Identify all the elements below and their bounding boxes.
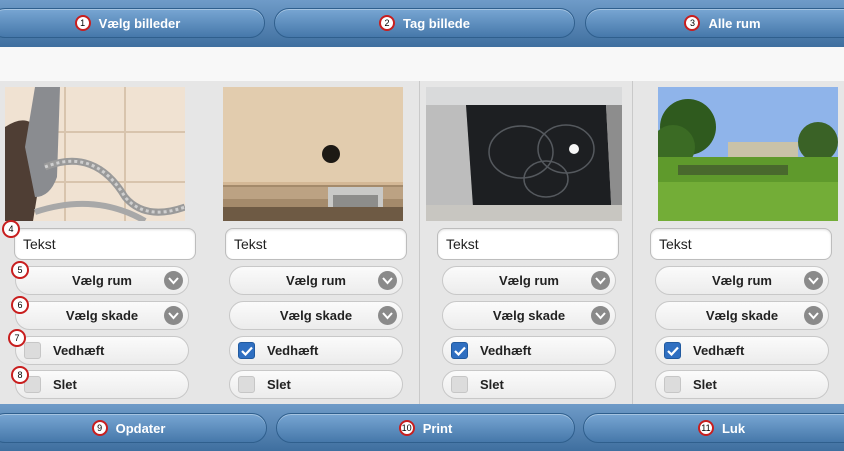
delete-checkbox[interactable]: Slet [655,370,829,399]
chevron-down-icon [591,271,610,290]
delete-checkbox[interactable]: Slet [229,370,403,399]
photo-park[interactable] [658,87,838,221]
choose-images-button[interactable]: 1 Vælg billeder [0,8,265,38]
chevron-down-icon [378,271,397,290]
choose-room-select[interactable]: Vælg rum [229,266,403,295]
choose-damage-label: Vælg skade [492,308,566,323]
choose-room-select[interactable]: Vælg rum [655,266,829,295]
annotation-badge-5: 5 [11,261,29,279]
take-picture-label: Tag billede [403,15,470,31]
print-button[interactable]: 10 Print [276,413,575,443]
delete-label: Slet [480,377,504,392]
attach-label: Vedhæft [693,343,745,358]
delete-checkbox[interactable]: Slet [15,370,189,399]
bottom-toolbar: 9 Opdater 10 Print 11 Luk [0,404,844,451]
top-toolbar: 1 Vælg billeder 2 Tag billede 3 Alle rum [0,0,844,47]
annotation-badge-2: 2 [379,15,396,31]
attach-checkbox[interactable]: Vedhæft [442,336,616,365]
chevron-down-icon [591,306,610,325]
annotation-badge-1: 1 [74,15,91,31]
photo-text-field[interactable] [437,228,619,260]
choose-room-label: Vælg rum [286,273,346,288]
choose-room-label: Vælg rum [499,273,559,288]
choose-damage-select[interactable]: Vælg skade [655,301,829,330]
chevron-down-icon [804,306,823,325]
photo-drain[interactable] [223,87,403,221]
annotation-badge-9: 9 [91,420,108,436]
update-label: Opdater [115,420,166,436]
annotation-badge-8: 8 [11,366,29,384]
choose-damage-label: Vælg skade [705,308,779,323]
close-label: Luk [721,420,746,436]
chevron-down-icon [378,306,397,325]
filter-strip [0,47,844,82]
choose-damage-select[interactable]: Vælg skade [229,301,403,330]
image-card: Vælg rum Vælg skade Vedhæft Slet [207,81,420,404]
checkmark-icon [451,342,468,359]
all-rooms-button[interactable]: 3 Alle rum [585,8,844,38]
unchecked-box [24,342,41,359]
annotation-badge-3: 3 [684,15,701,31]
image-card: Vælg rum Vælg skade Vedhæft Slet [420,81,633,404]
photo-text-field[interactable] [14,228,196,260]
chevron-down-icon [164,306,183,325]
choose-damage-label: Vælg skade [279,308,353,323]
choose-room-select[interactable]: Vælg rum [15,266,189,295]
delete-label: Slet [693,377,717,392]
delete-label: Slet [53,377,77,392]
attach-checkbox[interactable]: Vedhæft [229,336,403,365]
attach-checkbox[interactable]: Vedhæft [655,336,829,365]
annotation-badge-4: 4 [2,220,20,238]
annotation-badge-10: 10 [398,420,415,436]
delete-label: Slet [267,377,291,392]
choose-images-label: Vælg billeder [98,15,181,31]
annotation-badge-7: 7 [8,329,26,347]
annotation-badge-6: 6 [11,296,29,314]
chevron-down-icon [804,271,823,290]
attach-label: Vedhæft [267,343,319,358]
checkmark-icon [238,342,255,359]
checkmark-icon [664,342,681,359]
attach-checkbox[interactable]: Vedhæft [15,336,189,365]
choose-damage-label: Vælg skade [65,308,139,323]
take-picture-button[interactable]: 2 Tag billede [274,8,575,38]
chevron-down-icon [164,271,183,290]
photo-text-field[interactable] [225,228,407,260]
photo-shower-hose[interactable] [5,87,185,221]
close-button[interactable]: 11 Luk [583,413,844,443]
annotation-badge-11: 11 [697,420,714,436]
delete-checkbox[interactable]: Slet [442,370,616,399]
choose-room-label: Vælg rum [712,273,772,288]
image-card: Vælg rum Vælg skade Vedhæft Slet [633,81,844,404]
photo-ceramic-hob[interactable] [426,87,622,221]
unchecked-box [451,376,468,393]
attach-label: Vedhæft [53,343,105,358]
all-rooms-label: Alle rum [708,15,761,31]
choose-damage-select[interactable]: Vælg skade [442,301,616,330]
update-button[interactable]: 9 Opdater [0,413,267,443]
choose-room-select[interactable]: Vælg rum [442,266,616,295]
image-card: 4 5 Vælg rum 6 Vælg skade 7 Vedhæft 8 Sl… [0,81,213,404]
unchecked-box [664,376,681,393]
attach-label: Vedhæft [480,343,532,358]
photo-text-field[interactable] [650,228,832,260]
print-label: Print [422,420,453,436]
unchecked-box [238,376,255,393]
choose-room-label: Vælg rum [72,273,132,288]
choose-damage-select[interactable]: Vælg skade [15,301,189,330]
